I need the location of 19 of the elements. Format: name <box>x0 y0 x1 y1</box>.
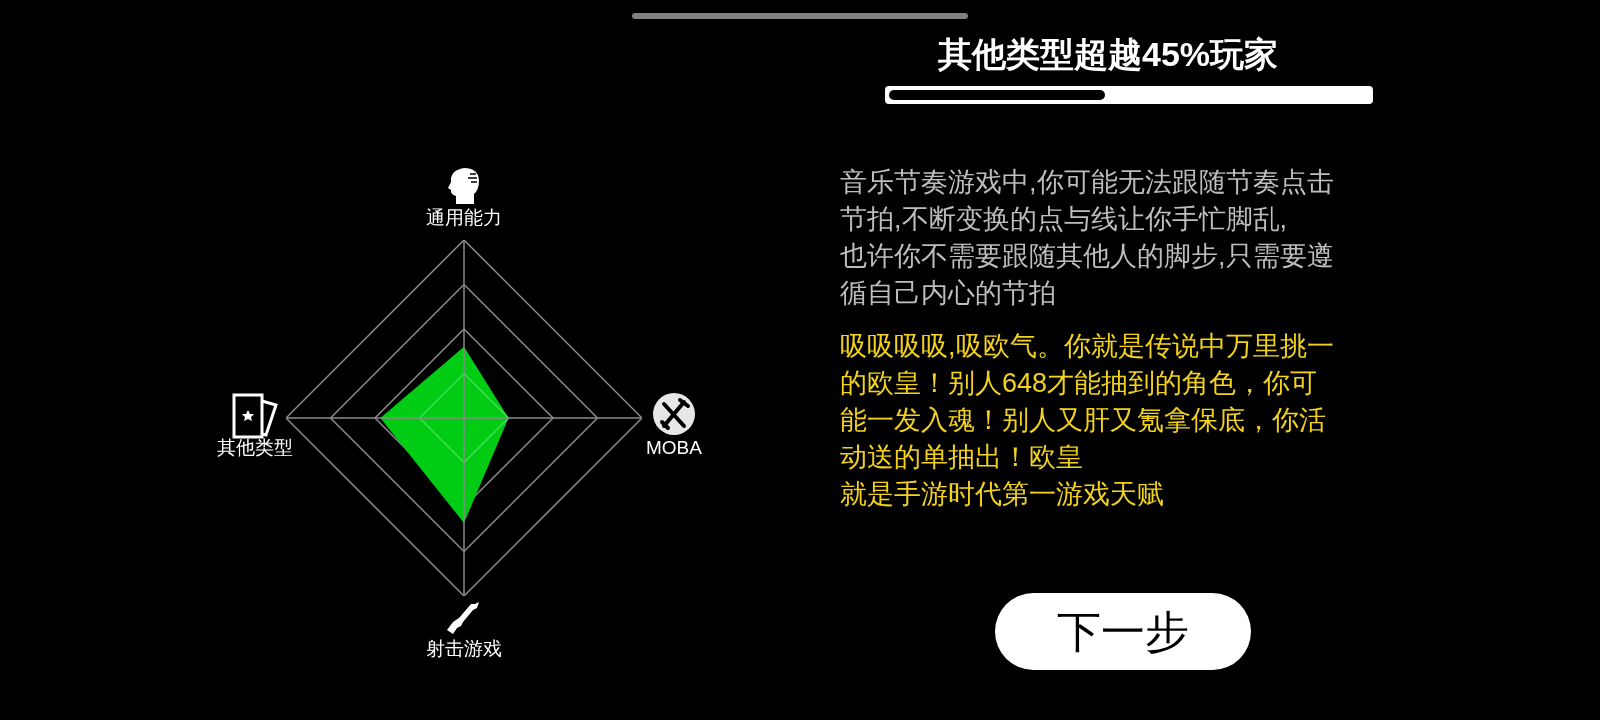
card-star-icon <box>232 393 278 439</box>
top-handle[interactable] <box>632 13 968 19</box>
verdict-line: 的欧皇！别人648才能抽到的角色，你可 <box>840 367 1318 400</box>
result-title: 其他类型超越45%玩家 <box>938 34 1280 75</box>
axis-label: MOBA <box>645 436 703 460</box>
verdict-line: 能一发入魂！别人又肝又氪拿保底，你活 <box>840 404 1326 437</box>
verdict-line: 动送的单抽出！欧皇 <box>840 441 1083 474</box>
description-line: 节拍,不断变换的点与线让你手忙脚乱, <box>840 203 1287 236</box>
gun-icon <box>445 600 481 636</box>
axis-label: 射击游戏 <box>425 637 503 661</box>
verdict-line: 就是手游时代第一游戏天赋 <box>840 478 1164 511</box>
axis-label: 其他类型 <box>216 436 294 460</box>
description-line: 也许你不需要跟随其他人的脚步,只需要遵 <box>840 240 1334 273</box>
axis-label: 通用能力 <box>425 206 503 230</box>
description-line: 循自己内心的节拍 <box>840 277 1056 310</box>
next-button[interactable]: 下一步 <box>995 593 1251 670</box>
verdict-line: 吸吸吸吸,吸欧气。你就是传说中万里挑一 <box>840 330 1334 363</box>
crossed-swords-icon <box>652 392 696 436</box>
description-line: 音乐节奏游戏中,你可能无法跟随节奏点击 <box>840 166 1334 199</box>
